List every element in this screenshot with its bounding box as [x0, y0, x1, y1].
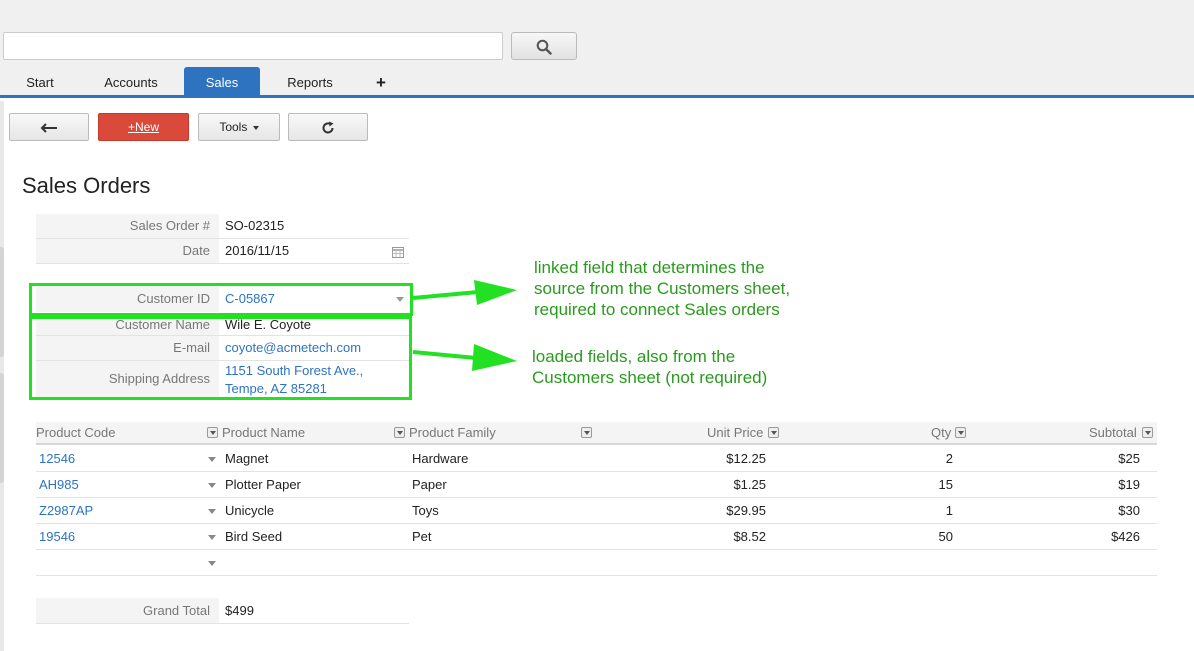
cell-subtotal: $25 — [1118, 451, 1140, 466]
arrow-head — [474, 280, 517, 305]
annotation-line: source from the Customers sheet, — [534, 279, 791, 298]
cell-unit-price[interactable]: $12.25 — [666, 451, 766, 466]
tab-sales[interactable]: Sales — [184, 67, 260, 98]
cell-qty[interactable]: 1 — [893, 503, 953, 518]
refresh-icon — [322, 121, 334, 134]
cell-qty[interactable]: 2 — [893, 451, 953, 466]
cell-unit-price[interactable]: $1.25 — [666, 477, 766, 492]
cell-subtotal: $30 — [1118, 503, 1140, 518]
cell-product-name: Unicycle — [225, 503, 275, 518]
table-row[interactable]: 12546 Magnet Hardware $12.25 2 $25 — [36, 446, 1157, 472]
tab-reports[interactable]: Reports — [276, 67, 344, 98]
sidebar-edge — [0, 101, 4, 651]
cell-product-name: Bird Seed — [225, 529, 283, 544]
new-plus: + — [127, 120, 135, 134]
cell-subtotal: $426 — [1111, 529, 1140, 544]
date-label: Date — [36, 239, 219, 263]
arrow-line — [412, 290, 479, 300]
cell-subtotal: $19 — [1118, 477, 1140, 492]
filter-icon[interactable] — [955, 427, 966, 438]
chevron-down-icon[interactable] — [208, 457, 216, 462]
add-tab-button[interactable]: + — [370, 67, 392, 98]
cell-product-family: Hardware — [412, 451, 469, 466]
tools-label: Tools — [219, 120, 248, 134]
filter-icon[interactable] — [207, 427, 218, 438]
sidebar-handle[interactable] — [0, 373, 4, 483]
tools-button[interactable]: Tools — [198, 113, 280, 141]
cell-product-family: Toys — [412, 503, 439, 518]
annotation-line: Customers sheet (not required) — [532, 368, 768, 387]
annotation-line: linked field that determines the — [534, 258, 765, 277]
cell-unit-price[interactable]: $29.95 — [666, 503, 766, 518]
cell-product-name: Plotter Paper — [225, 477, 301, 492]
column-header-product-family[interactable]: Product Family — [409, 425, 496, 440]
page-title: Sales Orders — [22, 173, 151, 198]
chevron-down-icon[interactable] — [208, 509, 216, 514]
search-button[interactable] — [511, 32, 577, 60]
chevron-down-icon — [252, 125, 259, 130]
sales-order-label: Sales Order # — [36, 214, 219, 238]
arrow-line — [412, 350, 477, 360]
back-button[interactable] — [9, 113, 89, 141]
refresh-button[interactable] — [288, 113, 368, 141]
column-header-qty[interactable]: Qty — [931, 425, 951, 440]
cell-product-code[interactable]: 19546 — [39, 529, 75, 544]
empty-table-row[interactable] — [36, 550, 1157, 576]
new-button[interactable]: +New — [98, 113, 189, 141]
loaded-fields-annotation: loaded fields, also from the Customers s… — [532, 346, 767, 388]
sales-order-row: Sales Order # SO-02315 — [36, 214, 409, 239]
filter-icon[interactable] — [1142, 427, 1153, 438]
arrow-left-icon — [40, 123, 57, 133]
chevron-down-icon[interactable] — [208, 535, 216, 540]
cell-product-code[interactable]: Z2987AP — [39, 503, 93, 518]
filter-icon[interactable] — [394, 427, 405, 438]
table-row[interactable]: 19546 Bird Seed Pet $8.52 50 $426 — [36, 524, 1157, 550]
grid-header: Product Code Product Name Product Family… — [36, 422, 1157, 445]
grand-total-row: Grand Total $499 — [36, 598, 409, 624]
loaded-fields-highlight — [29, 316, 412, 400]
filter-icon[interactable] — [581, 427, 592, 438]
date-row: Date 2016/11/15 — [36, 239, 409, 264]
search-input[interactable] — [3, 32, 503, 60]
sidebar-handle[interactable] — [0, 247, 4, 357]
top-bar: Start Accounts Sales Reports + — [0, 0, 1194, 98]
customer-id-highlight — [29, 283, 413, 316]
linked-field-annotation: linked field that determines the source … — [534, 257, 790, 320]
annotation-line: loaded fields, also from the — [532, 347, 736, 366]
cell-product-family: Pet — [412, 529, 432, 544]
new-label: New — [135, 120, 160, 134]
column-header-unit-price[interactable]: Unit Price — [707, 425, 763, 440]
grand-total-label: Grand Total — [36, 598, 219, 623]
calendar-icon[interactable] — [392, 246, 404, 258]
grand-total-value: $499 — [225, 603, 254, 618]
tab-accounts[interactable]: Accounts — [94, 67, 168, 98]
search-icon — [536, 39, 552, 55]
cell-unit-price[interactable]: $8.52 — [666, 529, 766, 544]
cell-qty[interactable]: 50 — [893, 529, 953, 544]
cell-product-code[interactable]: 12546 — [39, 451, 75, 466]
filter-icon[interactable] — [768, 427, 779, 438]
sales-order-value[interactable]: SO-02315 — [225, 218, 284, 233]
chevron-down-icon[interactable] — [208, 561, 216, 566]
arrow-head — [472, 344, 517, 371]
cell-qty[interactable]: 15 — [893, 477, 953, 492]
column-header-subtotal[interactable]: Subtotal — [1089, 425, 1137, 440]
cell-product-family: Paper — [412, 477, 447, 492]
column-header-product-name[interactable]: Product Name — [222, 425, 305, 440]
column-header-product-code[interactable]: Product Code — [36, 425, 116, 440]
tab-start[interactable]: Start — [16, 67, 64, 98]
cell-product-code[interactable]: AH985 — [39, 477, 79, 492]
table-row[interactable]: AH985 Plotter Paper Paper $1.25 15 $19 — [36, 472, 1157, 498]
table-row[interactable]: Z2987AP Unicycle Toys $29.95 1 $30 — [36, 498, 1157, 524]
date-value[interactable]: 2016/11/15 — [225, 243, 289, 258]
annotation-line: required to connect Sales orders — [534, 300, 780, 319]
chevron-down-icon[interactable] — [208, 483, 216, 488]
cell-product-name: Magnet — [225, 451, 269, 466]
